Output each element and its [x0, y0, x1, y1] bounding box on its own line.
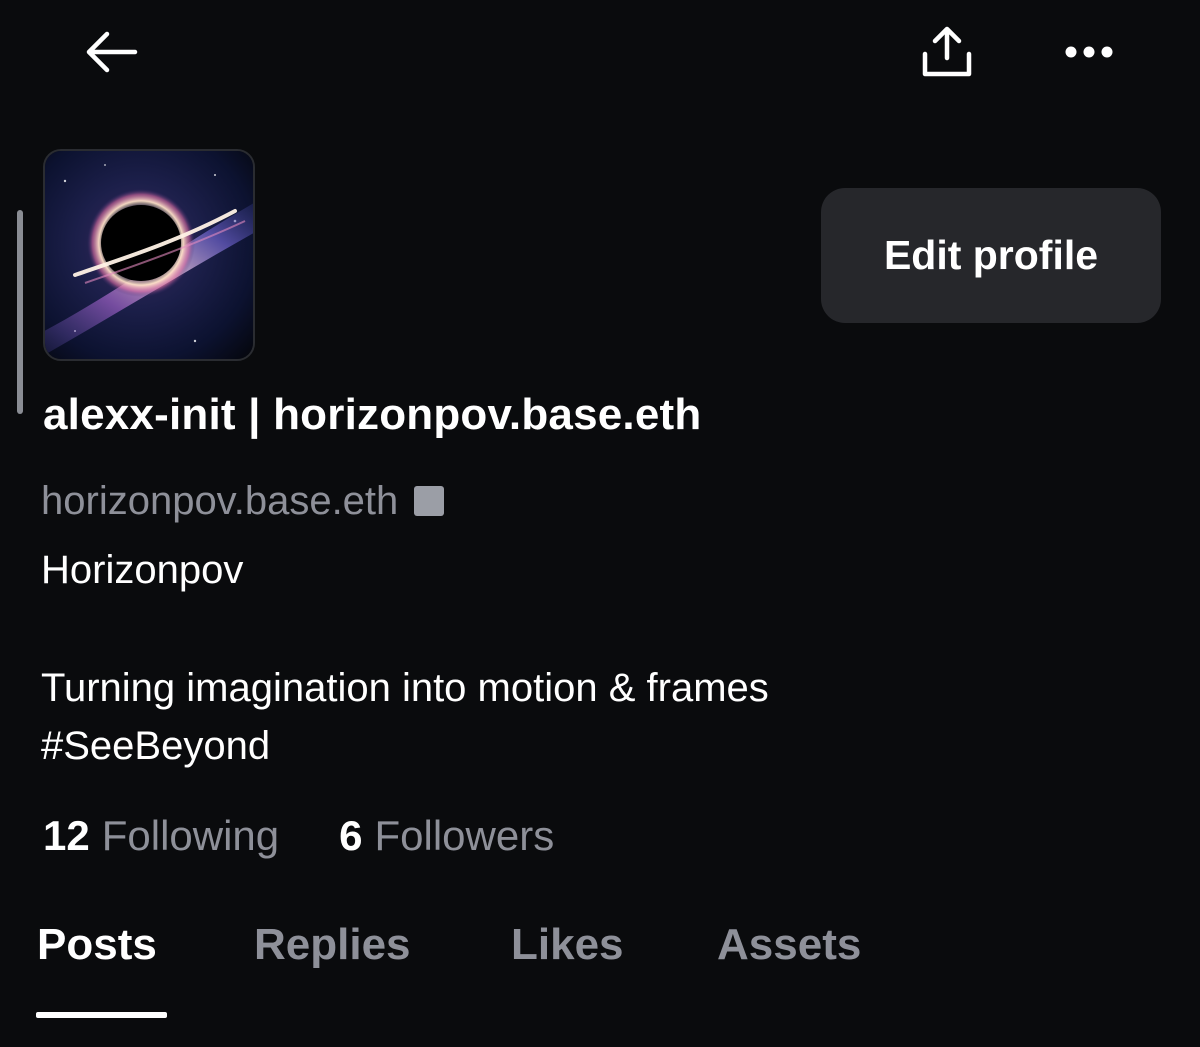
following-label: Following: [101, 812, 280, 859]
edit-profile-button[interactable]: Edit profile: [821, 188, 1161, 323]
share-upload-icon: [919, 24, 975, 85]
followers-label: Followers: [374, 812, 555, 859]
profile-page: Edit profile alexx-init | horizonpov.bas…: [0, 0, 1200, 1047]
bio-line: Turning imagination into motion & frames: [41, 666, 769, 710]
follow-stats: 12 Following 6 Followers: [43, 812, 554, 866]
followers-stat[interactable]: 6 Followers: [339, 812, 554, 860]
avatar[interactable]: [43, 149, 255, 361]
followers-count: 6: [339, 812, 363, 859]
tab-replies[interactable]: Replies: [254, 920, 411, 982]
display-name: alexx-init | horizonpov.base.eth: [43, 390, 702, 439]
share-button[interactable]: [912, 22, 982, 86]
handle-row: horizonpov.base.eth: [41, 476, 445, 526]
bio-hashtag[interactable]: #SeeBeyond: [41, 724, 270, 769]
tab-likes[interactable]: Likes: [511, 920, 624, 982]
back-button[interactable]: [76, 22, 146, 86]
tab-posts[interactable]: Posts: [37, 920, 157, 982]
badge-icon: [414, 486, 445, 516]
following-count: 12: [43, 812, 90, 859]
bio-line: Horizonpov: [41, 548, 244, 592]
scroll-indicator[interactable]: [17, 210, 23, 414]
arrow-left-icon: [83, 30, 139, 79]
following-stat[interactable]: 12 Following: [43, 812, 279, 860]
more-options-button[interactable]: [1054, 22, 1124, 86]
profile-tabs: Posts Replies Likes Assets: [0, 920, 1200, 1047]
active-tab-indicator: [36, 1012, 167, 1018]
more-horizontal-icon: [1061, 42, 1117, 67]
tab-assets[interactable]: Assets: [717, 920, 861, 982]
handle-text: horizonpov.base.eth: [41, 478, 399, 523]
black-hole-image: [45, 151, 253, 359]
